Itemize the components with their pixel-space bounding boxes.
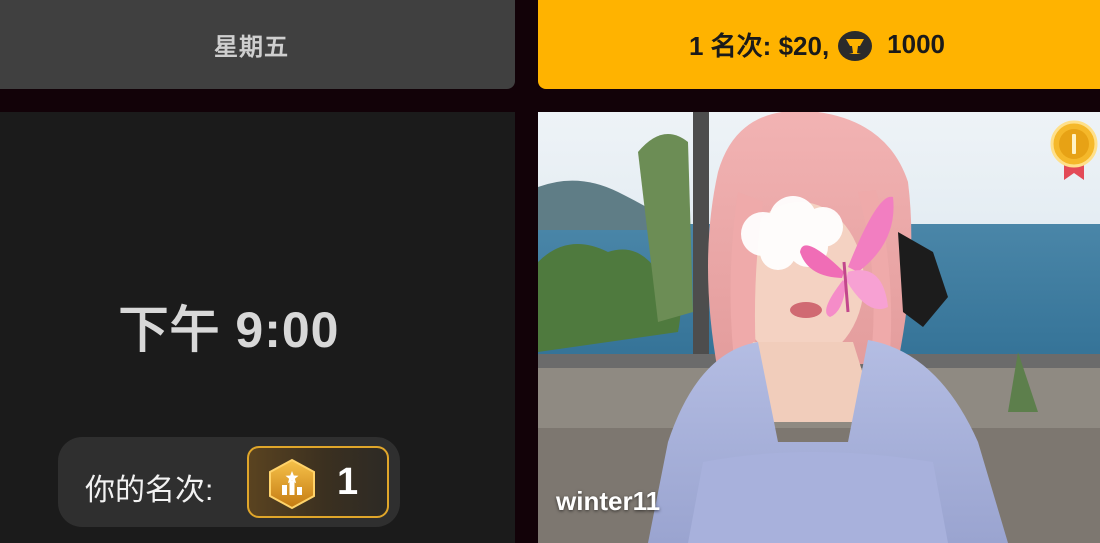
prize-text: 1 名次: $20,	[689, 31, 830, 61]
my-rank-label: 你的名次:	[85, 474, 214, 507]
my-rank-badge: 1	[247, 446, 389, 518]
day-header: 星期五	[0, 0, 515, 89]
show-time: 下午 9:00	[118, 302, 340, 358]
performer-card[interactable]: winter11	[538, 112, 1100, 543]
my-rank-value: 1	[337, 461, 359, 503]
tournament-screen: 星期五 1 名次: $20, 1000 下午 9:00 你的名次: 1 wint…	[0, 0, 1100, 543]
schedule-panel: 下午 9:00 你的名次: 1	[0, 112, 515, 543]
my-rank-pill: 你的名次: 1	[58, 437, 400, 527]
rank-hexagon-icon	[269, 458, 315, 510]
prize-coin-amount: 1000	[887, 29, 946, 59]
gold-medal-icon	[1050, 120, 1098, 180]
prize-header: 1 名次: $20, 1000	[538, 0, 1100, 89]
day-label: 星期五	[214, 34, 289, 61]
performer-photo	[538, 112, 1100, 543]
coin-cup-icon	[837, 29, 873, 63]
performer-username: winter11	[556, 486, 661, 516]
